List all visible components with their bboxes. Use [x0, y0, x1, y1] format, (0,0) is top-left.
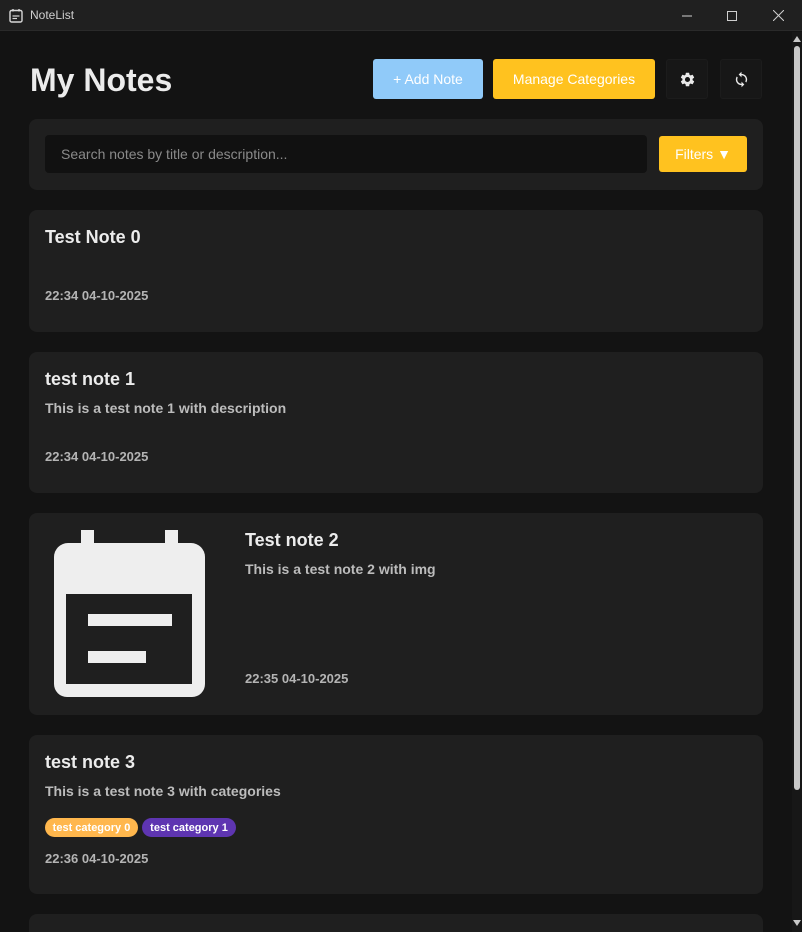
filters-button[interactable]: Filters ▼: [659, 136, 747, 172]
note-card[interactable]: Test Note 0 22:34 04-10-2025: [29, 210, 763, 332]
search-input[interactable]: [45, 135, 647, 173]
note-card[interactable]: Test note 2 This is a test note 2 with i…: [29, 513, 763, 715]
note-timestamp: 22:36 04-10-2025: [45, 851, 149, 866]
note-timestamp: 22:35 04-10-2025: [245, 671, 349, 686]
note-card[interactable]: test note 3 This is a test note 3 with c…: [29, 735, 763, 894]
note-timestamp: 22:34 04-10-2025: [45, 449, 149, 464]
calendar-note-icon: [54, 530, 205, 697]
note-description: This is a test note 3 with categories: [45, 783, 281, 799]
refresh-icon: [735, 71, 747, 87]
scroll-down-arrow-icon: [793, 920, 801, 926]
minimize-icon: [682, 15, 692, 16]
note-timestamp: 22:34 04-10-2025: [45, 288, 149, 303]
scrollbar[interactable]: [792, 32, 802, 932]
close-icon: [772, 10, 784, 21]
note-title: Test Note 0: [45, 227, 141, 247]
close-button[interactable]: [755, 0, 801, 31]
notelist-app-icon: [9, 9, 23, 23]
note-card[interactable]: test note 1 This is a test note 1 with d…: [29, 352, 763, 493]
maximize-button[interactable]: [709, 0, 755, 31]
note-title: test note 3: [45, 752, 136, 772]
note-card[interactable]: [29, 914, 763, 932]
note-description: This is a test note 2 with img: [245, 561, 436, 577]
scrollbar-thumb[interactable]: [794, 46, 800, 790]
scroll-up-arrow-icon: [793, 36, 801, 42]
note-description: This is a test note 1 with description: [45, 400, 287, 416]
search-panel: Filters ▼: [29, 119, 763, 190]
refresh-button[interactable]: [720, 59, 762, 99]
note-title: Test note 2: [245, 530, 339, 550]
add-note-button[interactable]: + Add Note: [373, 59, 483, 99]
manage-categories-button[interactable]: Manage Categories: [493, 59, 655, 99]
maximize-icon: [727, 10, 737, 21]
category-chip[interactable]: test category 1: [142, 818, 236, 837]
note-title: test note 1: [45, 369, 136, 389]
window-titlebar: NoteList: [0, 0, 802, 31]
settings-button[interactable]: [666, 59, 708, 99]
category-chip[interactable]: test category 0: [45, 818, 138, 837]
gear-icon: [680, 72, 694, 86]
window-title: NoteList: [30, 8, 75, 22]
minimize-button[interactable]: [664, 0, 710, 31]
page-title: My Notes: [30, 62, 173, 98]
notes-content[interactable]: My Notes + Add Note Manage Categories Fi…: [0, 32, 792, 932]
